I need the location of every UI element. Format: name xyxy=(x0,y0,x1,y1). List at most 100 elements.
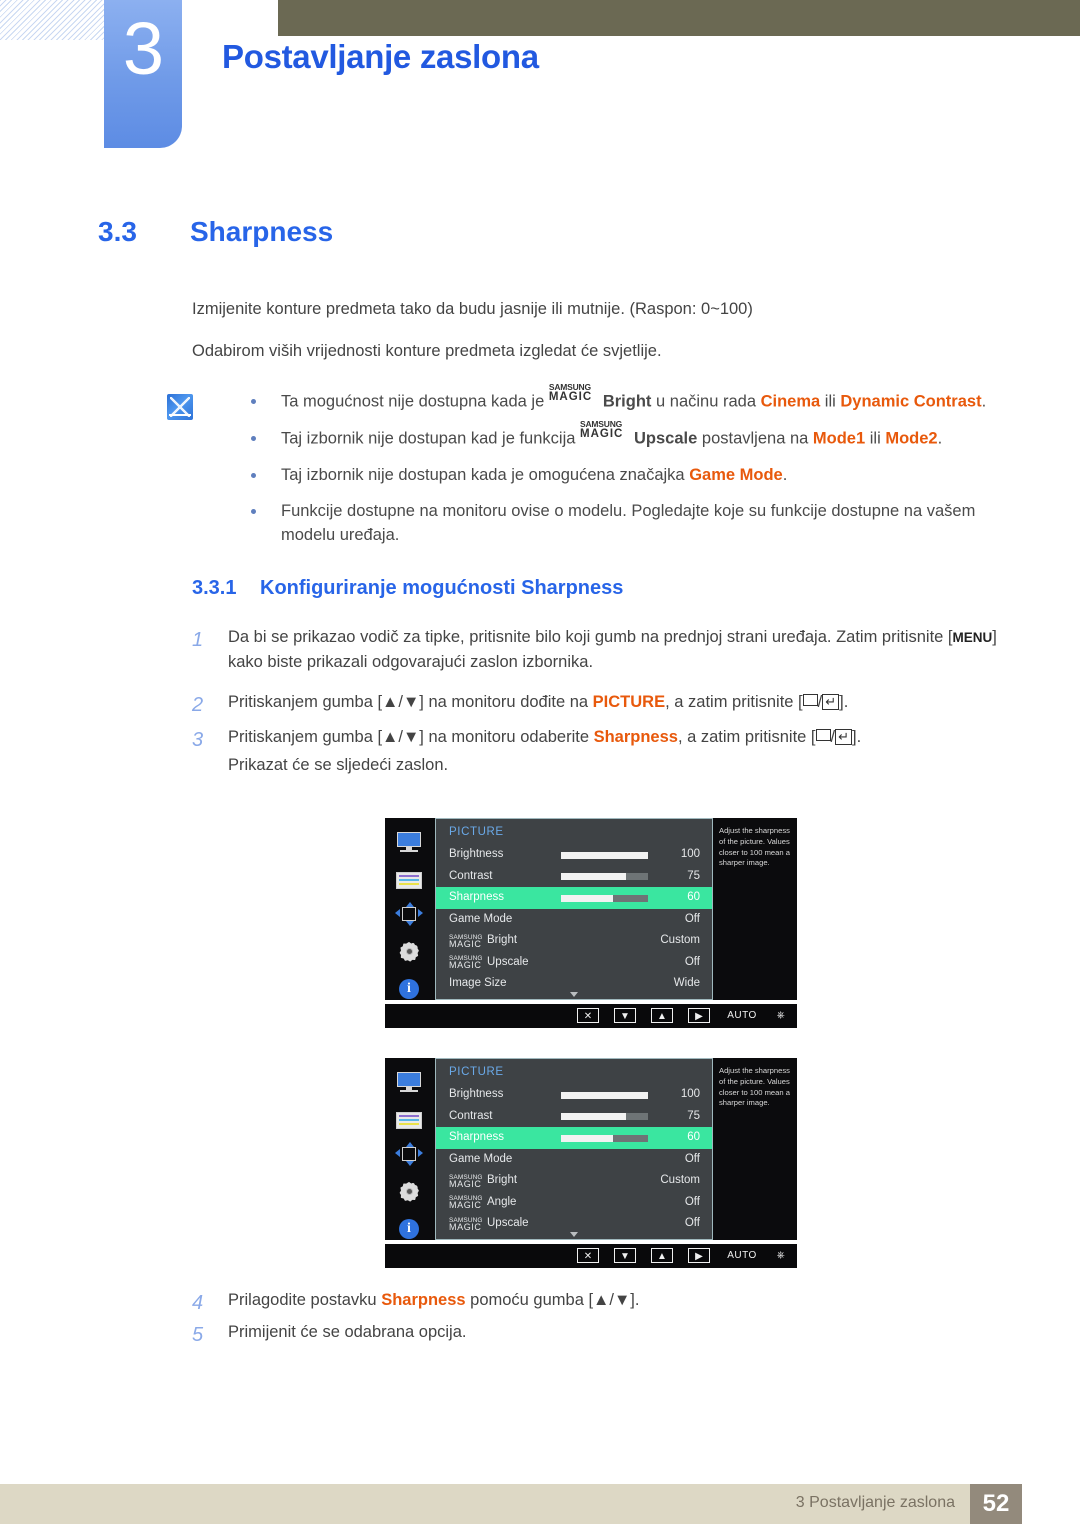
note-pencil-icon xyxy=(167,394,193,420)
osd-row-value: Custom xyxy=(660,1174,700,1186)
table-row[interactable]: Contrast 75 xyxy=(436,866,712,888)
osd-row-label: SAMSUNG MAGIC Upscale xyxy=(449,952,529,974)
step-number: 5 xyxy=(192,1324,204,1346)
info-icon[interactable] xyxy=(396,1218,422,1240)
osd-row-value: Wide xyxy=(673,977,700,989)
color-bars-icon[interactable] xyxy=(396,871,422,890)
contrast-slider[interactable] xyxy=(561,1113,648,1120)
bullet-text-post: . xyxy=(937,429,943,448)
step-number: 2 xyxy=(192,694,204,716)
bullet-text-mid: postavljena na xyxy=(697,429,813,448)
step-text-mid: , a zatim pritisnite [ xyxy=(677,728,816,746)
magic-suffix: Bright xyxy=(487,1174,518,1186)
subsection-name: Konfiguriranje mogućnosti Sharpness xyxy=(260,577,624,599)
sharpness-slider[interactable] xyxy=(561,894,648,902)
osd-button-guide-bar: ✕ ▼ ▲ ▶ AUTO ⎈ xyxy=(385,1244,797,1268)
bullet-text-post: . xyxy=(981,392,987,411)
subsection-title: 3.3.1 Konfiguriranje mogućnosti Sharpness xyxy=(192,577,623,600)
power-icon[interactable]: ⎈ xyxy=(773,1008,789,1023)
enter-button-icon: ↵ xyxy=(835,729,852,745)
source-button-icon xyxy=(802,694,818,706)
brightness-slider[interactable] xyxy=(561,851,648,859)
auto-button-label[interactable]: AUTO xyxy=(725,1008,759,1023)
step-body: Prilagodite postavku Sharpness pomoću gu… xyxy=(228,1288,1012,1313)
bullet-text-pre: Funkcije dostupne na monitoru ovise o mo… xyxy=(281,502,976,544)
highlight-dynamic-contrast: Dynamic Contrast xyxy=(840,392,982,411)
down-icon[interactable]: ▼ xyxy=(614,1008,636,1023)
highlight-sharpness: Sharpness xyxy=(593,728,678,746)
monitor-icon[interactable] xyxy=(396,832,422,854)
bullet-text-post: . xyxy=(782,465,788,484)
gear-icon[interactable] xyxy=(396,1181,422,1203)
step-body: Da bi se prikazao vodič za tipke, pritis… xyxy=(228,625,1012,675)
right-icon[interactable]: ▶ xyxy=(688,1008,710,1023)
table-row[interactable]: Brightness 100 xyxy=(436,1084,712,1106)
close-icon[interactable]: ✕ xyxy=(577,1008,599,1023)
osd-row-value: 75 xyxy=(687,869,700,882)
magic-suffix: Bright xyxy=(487,934,518,946)
right-icon[interactable]: ▶ xyxy=(688,1248,710,1263)
brightness-slider[interactable] xyxy=(561,1091,648,1099)
table-row-selected[interactable]: Sharpness 60 xyxy=(436,1127,712,1149)
subsection-number: 3.3.1 xyxy=(192,577,237,599)
gear-icon[interactable] xyxy=(396,941,422,963)
osd-description-panel: Adjust the sharpness of the picture. Val… xyxy=(713,818,797,1000)
list-item: Taj izbornik nije dostupan kada je omogu… xyxy=(245,464,1015,487)
highlight-game-mode: Game Mode xyxy=(689,465,783,484)
down-icon[interactable]: ▼ xyxy=(614,1248,636,1263)
chapter-number: 3 xyxy=(122,7,164,90)
color-bars-icon[interactable] xyxy=(396,1111,422,1130)
samsung-magic-logo: SAMSUNG MAGIC xyxy=(449,955,487,970)
step-body: Pritiskanjem gumba [▲/▼] na monitoru oda… xyxy=(228,725,1012,750)
auto-button-label[interactable]: AUTO xyxy=(725,1248,759,1263)
bullet-text-pre: Ta mogućnost nije dostupna kada je xyxy=(281,392,549,411)
note-bullet-list: Ta mogućnost nije dostupna kada je SAMSU… xyxy=(245,382,1015,560)
position-arrows-icon[interactable] xyxy=(395,1142,423,1166)
highlight-mode2: Mode2 xyxy=(885,429,938,448)
power-icon[interactable]: ⎈ xyxy=(773,1248,789,1263)
up-icon[interactable]: ▲ xyxy=(651,1248,673,1263)
table-row[interactable]: Brightness 100 xyxy=(436,844,712,866)
osd-description-text: Adjust the sharpness of the picture. Val… xyxy=(719,1066,790,1108)
source-button-icon xyxy=(815,729,831,741)
magic-bottom-text: MAGIC xyxy=(580,427,624,440)
scroll-down-caret-icon[interactable] xyxy=(570,1232,578,1237)
section-number: 3.3 xyxy=(98,216,137,247)
magic-bottom-text: MAGIC xyxy=(548,391,593,403)
chapter-title: Postavljanje zaslona xyxy=(222,38,539,75)
osd-row-label: Sharpness xyxy=(449,891,504,903)
table-row-selected[interactable]: Sharpness 60 xyxy=(436,887,712,909)
section-title: 3.3 Sharpness xyxy=(98,216,333,248)
info-icon[interactable] xyxy=(396,978,422,1000)
close-icon[interactable]: ✕ xyxy=(577,1248,599,1263)
monitor-icon[interactable] xyxy=(396,1072,422,1094)
step-5: 5 Primijenit će se odabrana opcija. xyxy=(192,1320,1012,1346)
osd-row-value: 100 xyxy=(680,1088,700,1100)
section-name: Sharpness xyxy=(190,216,334,247)
header-olive-bar xyxy=(278,0,1080,36)
step-text-pre: Pritiskanjem gumba [▲/▼] na monitoru oda… xyxy=(228,728,594,746)
contrast-slider[interactable] xyxy=(561,873,648,880)
highlight-cinema: Cinema xyxy=(760,392,821,411)
up-icon[interactable]: ▲ xyxy=(651,1008,673,1023)
bullet-text-mid: u načinu rada xyxy=(651,392,761,411)
step-text-pre: Pritiskanjem gumba [▲/▼] na monitoru dođ… xyxy=(228,693,593,711)
scroll-down-caret-icon[interactable] xyxy=(570,992,578,997)
osd-row-value: Custom xyxy=(660,934,700,946)
list-item: Taj izbornik nije dostupan kad je funkci… xyxy=(245,419,1015,451)
osd-row-value: Off xyxy=(684,1195,700,1208)
osd-menu-title: PICTURE xyxy=(449,826,504,838)
highlight-sharpness: Sharpness xyxy=(381,1291,466,1309)
sharpness-slider[interactable] xyxy=(561,1134,648,1142)
osd-row-value: 75 xyxy=(687,1109,700,1122)
osd-description-text: Adjust the sharpness of the picture. Val… xyxy=(719,826,790,868)
table-row[interactable]: Contrast 75 xyxy=(436,1106,712,1128)
magic-suffix: Bright xyxy=(602,392,652,411)
osd-row-value: 60 xyxy=(687,1131,700,1143)
table-row[interactable]: SAMSUNG MAGIC Upscale Off xyxy=(436,952,712,974)
position-arrows-icon[interactable] xyxy=(395,902,423,926)
menu-key-label: MENU xyxy=(952,630,993,645)
osd-button-guide-bar: ✕ ▼ ▲ ▶ AUTO ⎈ xyxy=(385,1004,797,1028)
osd-row-label: Image Size xyxy=(449,977,507,989)
step-text-post: ]. xyxy=(839,693,849,711)
